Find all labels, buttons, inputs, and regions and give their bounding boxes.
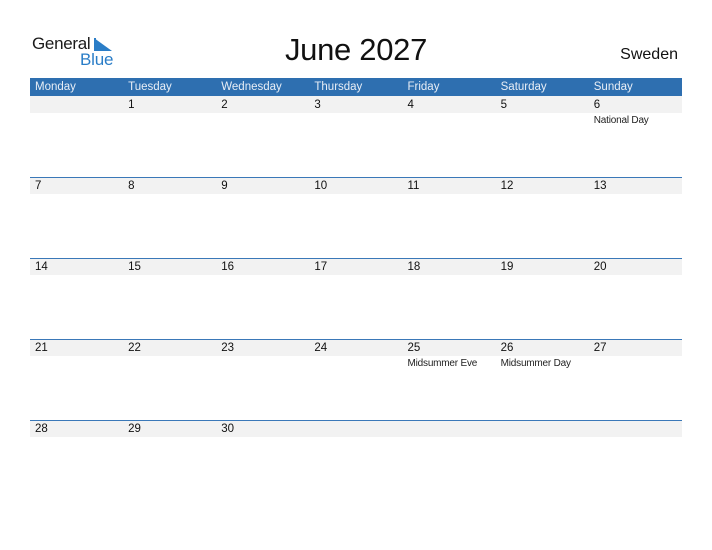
weekday-tuesday: Tuesday — [128, 81, 172, 93]
day-cell: 25 Midsummer Eve — [403, 339, 496, 370]
day-number: 17 — [314, 261, 328, 273]
week-days: 21 22 23 24 25 Midsummer Eve 26 Midsummer Day 27 — [30, 339, 682, 370]
day-number: 16 — [221, 261, 235, 273]
day-cell: 29 — [123, 420, 216, 439]
week-days: 14 15 16 17 18 19 20 — [30, 258, 682, 277]
day-number — [314, 420, 402, 421]
day-number: 10 — [314, 180, 328, 192]
day-cell: 26 Midsummer Day — [496, 339, 589, 370]
weekday-thursday: Thursday — [314, 81, 363, 93]
day-cell: 1 — [123, 96, 216, 127]
week-row: 14 15 16 17 18 19 20 — [30, 258, 682, 339]
day-number: 27 — [593, 342, 607, 354]
day-cell: 24 — [309, 339, 402, 370]
weekday-monday: Monday — [35, 81, 76, 93]
day-number: 15 — [128, 261, 141, 273]
country-label: Sweden — [620, 46, 678, 63]
day-cell: 3 — [309, 96, 402, 127]
day-number: 23 — [221, 342, 235, 354]
day-number: 20 — [593, 261, 607, 273]
day-number: 13 — [593, 180, 607, 192]
week-days: 7 8 9 10 11 12 13 — [30, 177, 682, 196]
weekday-wednesday: Wednesday — [221, 81, 282, 93]
day-number: 26 — [500, 342, 514, 354]
weekday-saturday: Saturday — [500, 81, 547, 93]
day-number: 6 — [593, 99, 601, 111]
day-number: 11 — [407, 180, 420, 192]
calendar-title: June 2027 — [284, 32, 428, 67]
day-number: 7 — [35, 180, 42, 192]
calendar-grid: Monday Tuesday Wednesday Thursday Friday… — [30, 78, 682, 501]
day-cell: 13 — [589, 177, 682, 196]
weekday-friday: Friday — [407, 81, 440, 93]
day-number: 25 — [407, 342, 421, 354]
day-number: 12 — [500, 180, 514, 192]
day-cell: 8 — [123, 177, 216, 196]
day-cell: 5 — [496, 96, 589, 127]
day-cell: 19 — [496, 258, 589, 277]
day-number: 3 — [314, 99, 321, 111]
day-number: 28 — [35, 423, 48, 435]
day-number: 1 — [128, 99, 135, 111]
day-number: 24 — [314, 342, 328, 354]
day-cell: 28 — [30, 420, 123, 439]
day-cell — [309, 420, 402, 439]
holiday-label: Midsummer Day — [500, 358, 571, 369]
day-number: 4 — [407, 99, 414, 111]
day-cell: 14 — [30, 258, 123, 277]
day-cell: 6 National Day — [589, 96, 682, 127]
holiday-label: Midsummer Eve — [407, 358, 478, 369]
day-number: 21 — [35, 342, 48, 354]
day-cell: 9 — [216, 177, 309, 196]
week-row: 21 22 23 24 25 Midsummer Eve 26 Midsummer Day 27 — [30, 339, 682, 420]
day-number: 5 — [500, 99, 508, 111]
day-number: 14 — [35, 261, 48, 273]
day-number: 29 — [128, 423, 141, 435]
day-cell: 10 — [309, 177, 402, 196]
day-cell: 16 — [216, 258, 309, 277]
week-row: 28 29 30 — [30, 420, 682, 501]
week-row: 1 2 3 4 5 6 National Day — [30, 96, 682, 177]
week-days: 28 29 30 — [30, 420, 682, 439]
day-number: 19 — [500, 261, 514, 273]
day-number — [501, 420, 589, 421]
day-cell: 23 — [216, 339, 309, 370]
day-cell: 17 — [309, 258, 402, 277]
day-number: 9 — [221, 180, 228, 192]
day-cell — [30, 96, 123, 127]
day-number: 18 — [407, 261, 421, 273]
day-number: 8 — [128, 180, 135, 192]
weekday-header: Monday Tuesday Wednesday Thursday Friday… — [30, 78, 682, 96]
day-cell: 22 — [123, 339, 216, 370]
day-number: 2 — [221, 99, 228, 111]
weekday-sunday: Sunday — [593, 81, 633, 93]
day-cell: 15 — [123, 258, 216, 277]
day-cell: 30 — [216, 420, 309, 439]
day-cell: 21 — [30, 339, 123, 370]
day-number: 22 — [128, 342, 141, 354]
day-cell: 11 — [403, 177, 496, 196]
day-cell: 20 — [589, 258, 682, 277]
day-cell: 18 — [403, 258, 496, 277]
day-cell — [403, 420, 496, 439]
day-cell: 12 — [496, 177, 589, 196]
holiday-label: National Day — [593, 115, 649, 126]
week-row: 7 8 9 10 11 12 13 — [30, 177, 682, 258]
day-cell — [496, 420, 589, 439]
day-cell: 7 — [30, 177, 123, 196]
day-number — [594, 420, 682, 421]
day-number — [35, 96, 123, 97]
day-cell — [589, 420, 682, 439]
day-number: 30 — [221, 423, 235, 435]
day-cell: 4 — [403, 96, 496, 127]
day-cell: 2 — [216, 96, 309, 127]
day-cell: 27 — [589, 339, 682, 370]
weeks-container: 1 2 3 4 5 6 National Day 7 8 9 10 11 12 13 14 15 16 17 18 1… — [30, 96, 682, 501]
day-number — [408, 420, 496, 421]
week-days: 1 2 3 4 5 6 National Day — [30, 96, 682, 127]
